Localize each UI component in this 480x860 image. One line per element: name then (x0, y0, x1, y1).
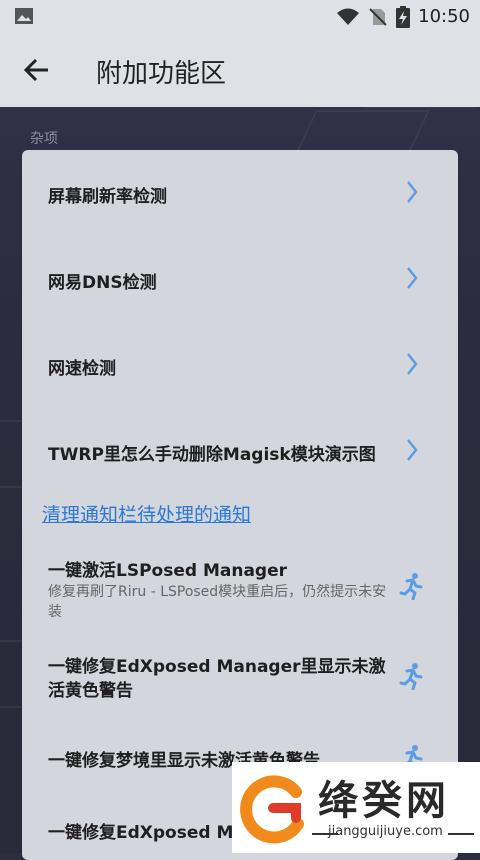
watermark-url: jiangguijiuye.com (328, 824, 443, 839)
page-title: 附加功能区 (96, 59, 227, 89)
features-card: 屏幕刷新率检测 网易DNS检测 网速检测 TWRP里怎么手动删除Magisk模块… (22, 150, 458, 860)
image-icon (15, 8, 33, 24)
action-activate-lsposed[interactable]: 一键激活LSPosed Manager 修复再刷了Riru - LSPosed模… (22, 542, 458, 632)
clear-notifications-link[interactable]: 清理通知栏待处理的通知 (42, 500, 251, 527)
list-item-speed-test[interactable]: 网速检测 (22, 322, 458, 408)
list-item-label: 网易DNS检测 (48, 273, 157, 293)
action-label: 一键修复EdXposed M (48, 823, 234, 843)
action-fix-edxposed[interactable]: 一键修复EdXposed Manager里显示未激 活黄色警告 (22, 640, 458, 710)
action-label: 一键激活LSPosed Manager (48, 561, 287, 581)
wifi-icon (337, 8, 360, 25)
status-bar: 10:50 (0, 0, 480, 33)
chevron-right-icon (407, 439, 418, 461)
action-label: 一键修复EdXposed Manager里显示未激 (48, 657, 386, 677)
arrow-left-icon[interactable] (22, 55, 52, 85)
list-item-twrp-guide[interactable]: TWRP里怎么手动删除Magisk模块演示图 (22, 408, 458, 494)
app-bar: 附加功能区 (0, 33, 480, 107)
watermark: 绛癸网 jiangguijiuye.com (232, 762, 480, 853)
list-item-dns[interactable]: 网易DNS检测 (22, 236, 458, 322)
clock: 10:50 (418, 6, 470, 27)
battery-charging-icon (396, 5, 411, 28)
running-man-icon (399, 663, 423, 690)
list-item-label: 屏幕刷新率检测 (48, 187, 167, 207)
status-icons: 10:50 (336, 0, 470, 33)
chevron-right-icon (407, 353, 418, 375)
action-description: 修复再刷了Riru - LSPosed模块重启后，仍然提示未安装 (48, 584, 387, 620)
list-item-label: TWRP里怎么手动删除Magisk模块演示图 (48, 445, 376, 465)
list-item-refresh-rate[interactable]: 屏幕刷新率检测 (22, 150, 458, 236)
list-item-label: 网速检测 (48, 359, 116, 379)
chevron-right-icon (407, 267, 418, 289)
watermark-logo-icon (240, 775, 304, 844)
running-man-icon (399, 573, 423, 600)
watermark-divider (448, 833, 474, 835)
section-label: 杂项 (30, 131, 58, 147)
watermark-name: 绛癸网 (318, 778, 450, 824)
action-label-line2: 活黄色警告 (48, 681, 133, 701)
no-sim-icon (369, 7, 387, 26)
chevron-right-icon (407, 181, 418, 203)
